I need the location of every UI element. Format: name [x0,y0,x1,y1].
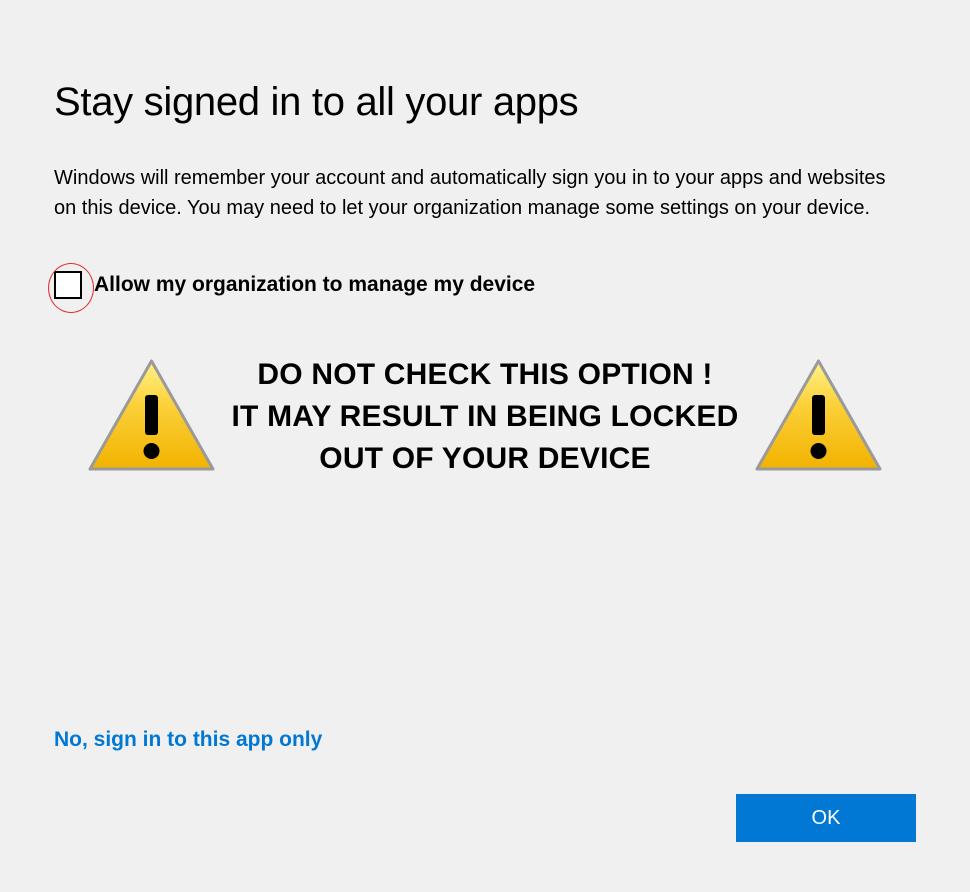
allow-manage-label: Allow my organization to manage my devic… [94,273,535,297]
sign-in-app-only-link[interactable]: No, sign in to this app only [54,728,322,752]
dialog-description: Windows will remember your account and a… [54,163,904,223]
ok-button[interactable]: OK [736,794,916,842]
warning-text: DO NOT CHECK THIS OPTION ! IT MAY RESULT… [229,354,741,480]
allow-manage-row: Allow my organization to manage my devic… [54,271,916,299]
warning-icon [84,355,219,480]
allow-manage-checkbox[interactable] [54,271,82,299]
warning-line-2: IT MAY RESULT IN BEING LOCKED OUT OF YOU… [229,396,741,480]
dialog-title: Stay signed in to all your apps [54,80,916,125]
warning-line-1: DO NOT CHECK THIS OPTION ! [229,354,741,396]
warning-block: DO NOT CHECK THIS OPTION ! IT MAY RESULT… [54,354,916,480]
warning-icon [751,355,886,480]
signin-dialog: Stay signed in to all your apps Windows … [0,0,970,892]
